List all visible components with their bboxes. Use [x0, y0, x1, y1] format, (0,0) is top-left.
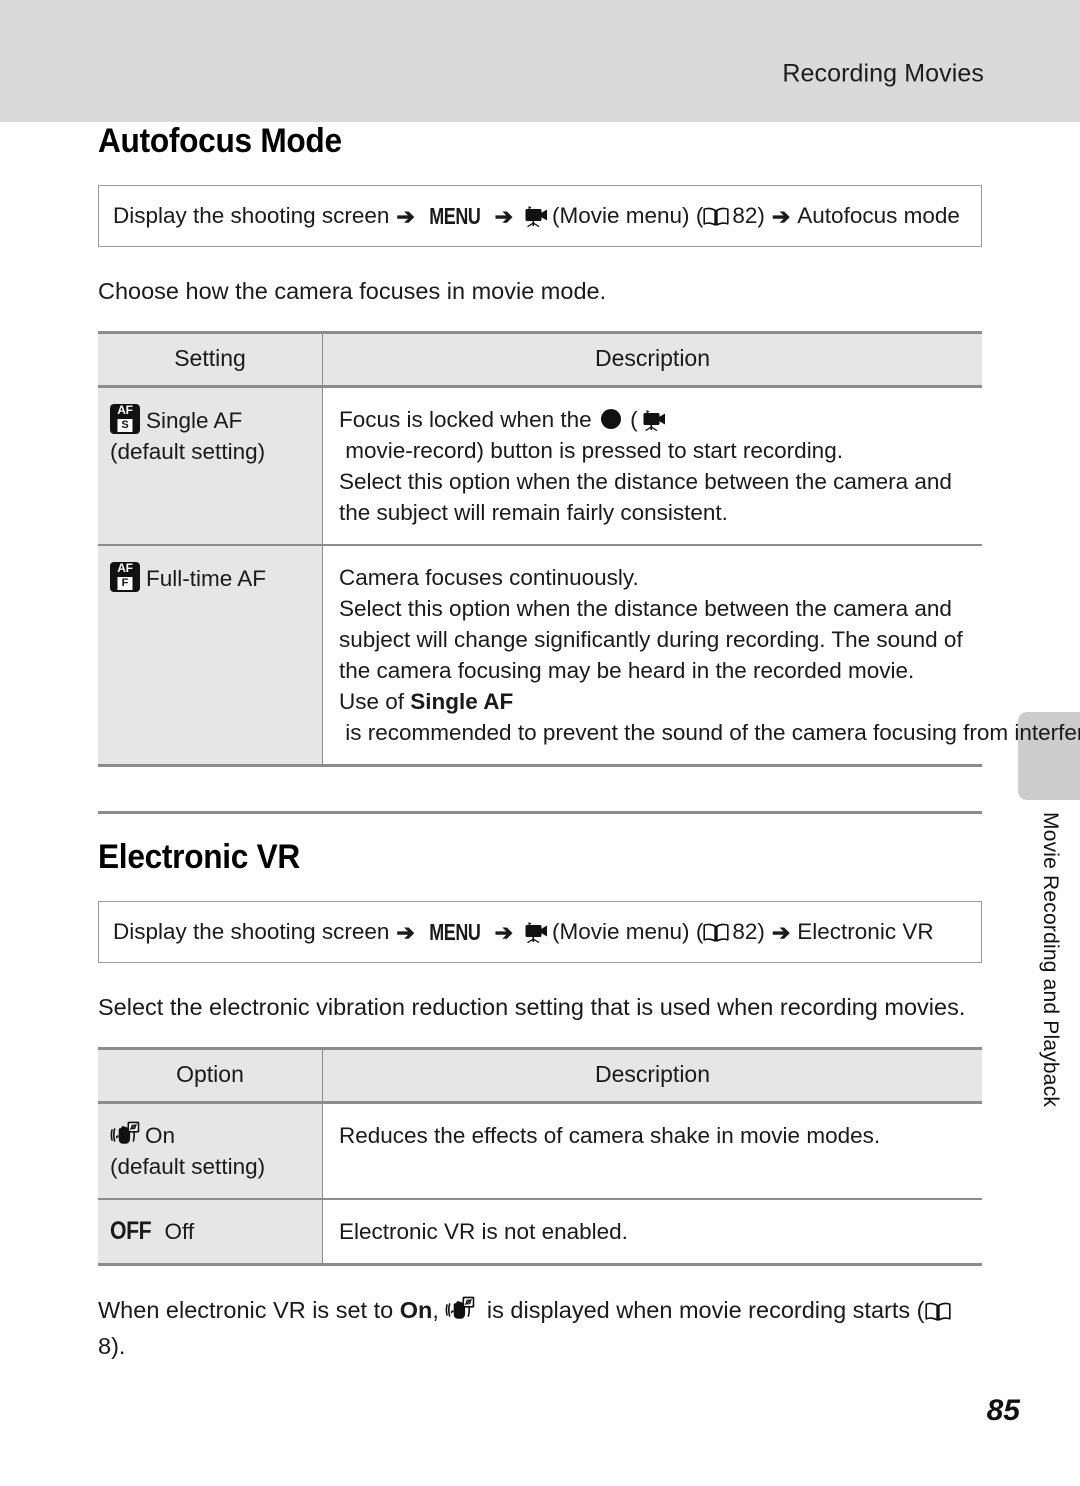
option-label: On	[145, 1123, 176, 1148]
section-divider	[98, 811, 982, 814]
table-row: AF F Full-time AF Camera focuses continu…	[98, 545, 1080, 767]
page-number: 85	[986, 1394, 1020, 1427]
option-cell-off: OFF Off	[98, 1199, 323, 1266]
menu-path-line: Display the shooting screen ➔ MENU ➔ (Mo…	[113, 202, 960, 229]
open-book-icon	[703, 922, 729, 943]
desc-part-text: Select this option when the distance bet…	[339, 469, 952, 525]
desc-part-line: Use of Single AF is recommended to preve…	[339, 686, 1080, 748]
vr-hand-icon	[110, 1121, 140, 1149]
movie-menu-label: (Movie menu)	[552, 919, 690, 944]
desc-part-text: Camera focuses continuously.	[339, 565, 639, 590]
open-book-icon	[703, 206, 729, 227]
desc-part-text: Use of	[339, 689, 411, 714]
menu-path-box-autofocus: Display the shooting screen ➔ MENU ➔ (Mo…	[98, 185, 982, 247]
column-header-setting: Setting	[98, 331, 323, 388]
side-thumb-tab-label: Movie Recording and Playback	[1039, 812, 1062, 1108]
desc-part-text: movie-record) button is pressed to start…	[339, 438, 843, 463]
desc-part-text: Select this option when the distance bet…	[339, 596, 963, 683]
movie-camera-icon	[641, 409, 667, 431]
column-header-description: Description	[322, 1047, 982, 1104]
menu-button-label: MENU	[429, 202, 481, 229]
arrow-right-icon: ➔	[396, 920, 415, 945]
autofocus-intro-text: Choose how the camera focuses in movie m…	[98, 278, 607, 304]
autofocus-settings-table: Setting Description AF S Single AF (defa…	[98, 331, 1080, 767]
desc-part-bold: Single AF	[410, 689, 514, 714]
movie-camera-icon	[523, 205, 549, 227]
section-title-electronic-vr: Electronic VR	[98, 838, 300, 876]
page-reference-close: )	[757, 203, 765, 228]
desc-part-text: Focus is locked when the	[339, 407, 598, 432]
note-part-2: ,	[432, 1297, 446, 1323]
menu-path-destination: Electronic VR	[797, 919, 934, 944]
description-cell-on: Reduces the effects of camera shake in m…	[322, 1102, 982, 1200]
setting-sub-label: (default setting)	[110, 439, 266, 464]
electronic-vr-intro-text: Select the electronic vibration reductio…	[98, 994, 966, 1020]
setting-label: Single AF	[146, 408, 243, 433]
column-header-description: Description	[322, 331, 982, 388]
option-cell-on: On (default setting)	[98, 1102, 323, 1200]
running-header-band: Recording Movies	[0, 0, 1080, 122]
arrow-right-icon: ➔	[771, 920, 791, 945]
movie-menu-label: (Movie menu)	[552, 203, 690, 228]
table-header-row: Setting Description	[98, 331, 982, 388]
note-page-ref: 8	[98, 1333, 112, 1359]
af-fulltime-icon: AF F	[110, 562, 140, 592]
setting-label: Full-time AF	[146, 566, 267, 591]
setting-cell-single-af: AF S Single AF (default setting)	[98, 386, 323, 546]
column-header-option: Option	[98, 1047, 323, 1104]
off-text-icon: OFF	[110, 1217, 152, 1245]
description-cell-single-af: Focus is locked when the ( movie-record)…	[322, 386, 982, 546]
arrow-right-icon: ➔	[396, 204, 415, 229]
option-label: Off	[164, 1219, 195, 1244]
running-header-title: Recording Movies	[782, 59, 984, 88]
table-row: On (default setting) Reduces the effects…	[98, 1102, 982, 1200]
vr-hand-icon	[445, 1296, 475, 1324]
page-content: Autofocus Mode Display the shooting scre…	[98, 122, 1080, 1364]
description-cell-off: Electronic VR is not enabled.	[322, 1199, 982, 1266]
note-part-4: ).	[111, 1333, 126, 1359]
setting-cell-full-time-af: AF F Full-time AF	[98, 545, 323, 767]
page-reference-number: 82	[732, 203, 758, 228]
menu-button-label: MENU	[429, 918, 481, 945]
table-row: AF S Single AF (default setting) Focus i…	[98, 386, 982, 546]
af-single-icon: AF S	[110, 404, 140, 434]
arrow-right-icon: ➔	[494, 204, 514, 229]
menu-path-box-electronic-vr: Display the shooting screen ➔ MENU ➔ (Mo…	[98, 901, 982, 963]
arrow-right-icon: ➔	[494, 920, 514, 945]
menu-path-prefix: Display the shooting screen	[113, 203, 390, 228]
table-row: OFF Off Electronic VR is not enabled.	[98, 1199, 982, 1266]
table-header-row: Option Description	[98, 1047, 982, 1104]
description-cell-full-time-af: Camera focuses continuously. Select this…	[322, 545, 1080, 767]
menu-path-destination: Autofocus mode	[797, 203, 960, 228]
desc-part-text: is recommended to prevent the sound of t…	[345, 720, 1080, 745]
record-dot-icon	[600, 409, 621, 429]
note-part-1: When electronic VR is set to	[98, 1297, 400, 1323]
electronic-vr-closing-note: When electronic VR is set to On, is disp…	[98, 1292, 958, 1364]
menu-path-prefix: Display the shooting screen	[113, 919, 390, 944]
movie-camera-icon	[523, 921, 549, 943]
menu-path-line: Display the shooting screen ➔ MENU ➔ (Mo…	[113, 918, 934, 945]
open-book-icon	[924, 1301, 951, 1322]
note-part-3: is displayed when movie recording starts…	[480, 1297, 925, 1323]
page-reference-number: 82	[732, 919, 758, 944]
option-sub-label: (default setting)	[110, 1154, 266, 1179]
page-title: Autofocus Mode	[98, 122, 342, 160]
arrow-right-icon: ➔	[771, 204, 791, 229]
page-reference-close: )	[757, 919, 765, 944]
electronic-vr-options-table: Option Description On (default setting) …	[98, 1047, 982, 1266]
desc-part-text: (	[623, 407, 638, 432]
note-bold-on: On	[399, 1297, 433, 1323]
